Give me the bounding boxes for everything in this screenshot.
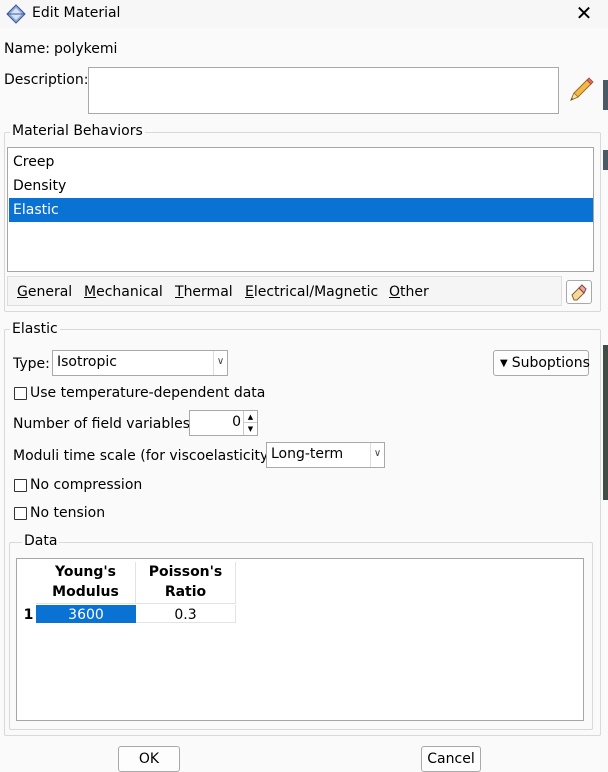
chevron-down-icon: ∨ bbox=[213, 351, 227, 375]
column-header-youngs-modulus[interactable]: Young's Modulus bbox=[36, 562, 136, 604]
cancel-button[interactable]: Cancel bbox=[421, 746, 481, 772]
field-vars-value: 0 bbox=[232, 414, 241, 430]
triangle-down-icon: ▼ bbox=[500, 357, 508, 369]
spin-up-icon[interactable]: ▲ bbox=[243, 411, 257, 423]
moduli-value: Long-term bbox=[271, 446, 344, 462]
chevron-down-icon: ∨ bbox=[370, 443, 384, 467]
moduli-label: Moduli time scale (for viscoelasticity): bbox=[13, 448, 279, 464]
temp-dependent-label: Use temperature-dependent data bbox=[30, 385, 266, 401]
name-value: polykemi bbox=[54, 41, 118, 57]
background-window-edge bbox=[603, 80, 608, 110]
description-label: Description: bbox=[4, 72, 89, 88]
table-cell-youngs-modulus[interactable]: 3600 bbox=[36, 605, 136, 623]
edit-behavior-button[interactable] bbox=[566, 280, 592, 304]
behavior-item-creep[interactable]: Creep bbox=[9, 150, 593, 174]
background-window-edge bbox=[603, 345, 608, 500]
no-tension-checkbox[interactable] bbox=[14, 507, 27, 520]
material-behaviors-label: Material Behaviors bbox=[10, 123, 145, 139]
column-header-poissons-ratio[interactable]: Poisson's Ratio bbox=[136, 562, 236, 604]
type-label: Type: bbox=[13, 356, 50, 372]
behavior-item-density[interactable]: Density bbox=[9, 174, 593, 198]
suboptions-button[interactable]: ▼ Suboptions bbox=[493, 350, 590, 376]
description-input[interactable] bbox=[88, 67, 559, 114]
behavior-item-elastic[interactable]: Elastic bbox=[9, 198, 593, 222]
menu-thermal[interactable]: Thermal bbox=[175, 284, 233, 300]
field-vars-spinbox[interactable]: 0 ▲ ▼ bbox=[189, 410, 258, 436]
type-select[interactable]: Isotropic ∨ bbox=[52, 350, 228, 376]
window-title: Edit Material bbox=[32, 5, 121, 21]
moduli-select[interactable]: Long-term ∨ bbox=[266, 442, 385, 468]
name-label: Name: bbox=[4, 41, 51, 57]
close-icon[interactable]: ✕ bbox=[572, 1, 596, 25]
no-compression-checkbox[interactable] bbox=[14, 479, 27, 492]
spin-down-icon[interactable]: ▼ bbox=[243, 423, 257, 435]
background-window-edge bbox=[603, 150, 608, 170]
no-tension-label: No tension bbox=[30, 505, 106, 521]
field-vars-label: Number of field variables: bbox=[13, 416, 195, 432]
temp-dependent-checkbox[interactable] bbox=[14, 387, 27, 400]
table-cell-poissons-ratio[interactable]: 0.3 bbox=[136, 605, 236, 623]
menu-electrical-magnetic[interactable]: Electrical/Magnetic bbox=[245, 284, 378, 300]
type-value: Isotropic bbox=[57, 354, 117, 370]
data-table[interactable]: Young's Modulus Poisson's Ratio 1 3600 0… bbox=[16, 558, 584, 721]
row-header: 1 bbox=[23, 607, 34, 623]
ok-button[interactable]: OK bbox=[118, 746, 180, 772]
elastic-group-label: Elastic bbox=[10, 321, 60, 337]
app-icon bbox=[6, 4, 26, 24]
behaviors-list[interactable]: Creep Density Elastic bbox=[7, 147, 594, 272]
pencil-icon[interactable] bbox=[567, 76, 595, 104]
no-compression-label: No compression bbox=[30, 477, 143, 493]
menu-other[interactable]: Other bbox=[389, 284, 429, 300]
data-group-label: Data bbox=[22, 533, 60, 549]
menu-general[interactable]: General bbox=[17, 284, 72, 300]
eraser-icon bbox=[571, 284, 587, 301]
menu-mechanical[interactable]: Mechanical bbox=[84, 284, 163, 300]
